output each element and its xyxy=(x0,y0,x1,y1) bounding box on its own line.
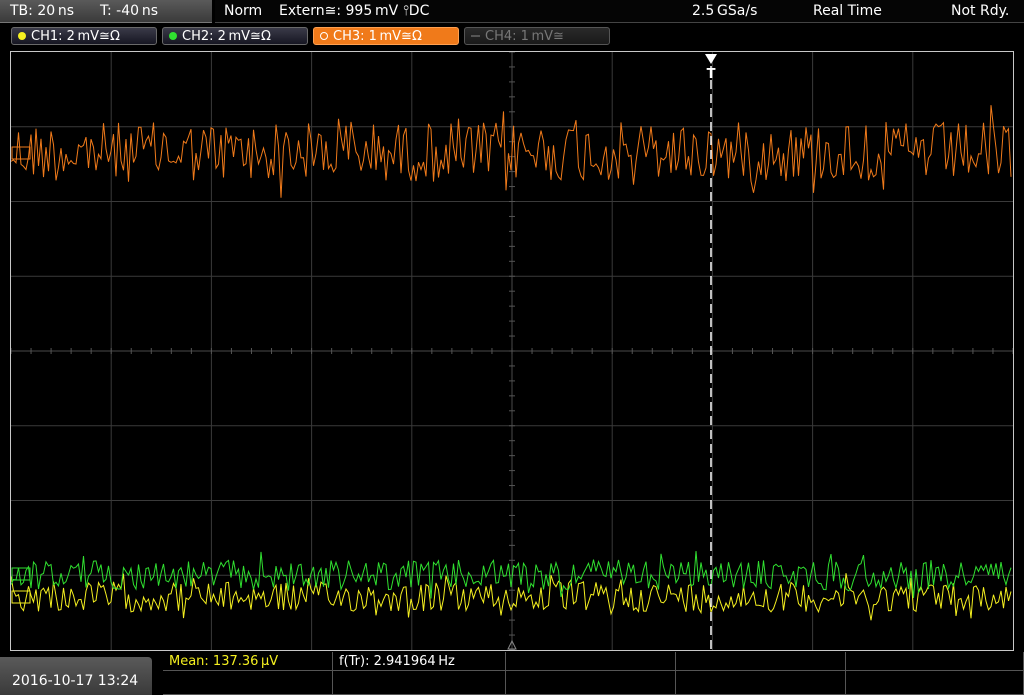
measurement-cell-empty-10[interactable] xyxy=(846,671,1024,695)
channel-3-label: CH3: 1 mV≅Ω xyxy=(333,29,422,44)
measurement-cell-empty-7[interactable] xyxy=(333,671,506,695)
channel-4-indicator-icon xyxy=(471,35,480,37)
datetime-label: 2016-10-17 13:24 xyxy=(12,673,139,689)
channel-3-button[interactable]: CH3: 1 mV≅Ω xyxy=(313,27,459,45)
measurement-cell-empty-6[interactable] xyxy=(163,671,333,695)
measurement-cell-frequency[interactable]: f(Tr): 2.941964 Hz xyxy=(333,652,506,671)
channel-2-level-marker-icon xyxy=(11,567,31,581)
measurement-cell-empty-5[interactable] xyxy=(846,652,1024,671)
top-status-bar: TB: 20 ns T: -40 ns Norm Extern≅: 995 mV… xyxy=(0,0,1024,24)
channel-3-trace xyxy=(11,105,1012,198)
timebase-box[interactable]: TB: 20 ns T: -40 ns xyxy=(0,0,212,23)
channel-1-trace xyxy=(11,573,1012,621)
run-status-label: Not Rdy. xyxy=(951,3,1010,19)
timebase-label: TB: 20 ns xyxy=(10,3,75,19)
channel-1-indicator-icon xyxy=(18,32,26,40)
waveform-canvas[interactable]: T xyxy=(11,52,1013,650)
measurement-cell-empty-4[interactable] xyxy=(676,652,846,671)
mean-measurement: Mean: 137.36 µV xyxy=(169,654,279,669)
measurement-table[interactable]: Mean: 137.36 µV f(Tr): 2.941964 Hz xyxy=(163,652,1024,695)
channel-3-level-marker-icon xyxy=(11,146,31,160)
channel-2-label: CH2: 2 mV≅Ω xyxy=(182,29,271,44)
measurement-cell-empty-9[interactable] xyxy=(676,671,846,695)
channel-1-button[interactable]: CH1: 2 mV≅Ω xyxy=(11,27,157,45)
acquisition-mode-label: Real Time xyxy=(813,3,882,19)
channel-2-button[interactable]: CH2: 2 mV≅Ω xyxy=(162,27,308,45)
channel-3-indicator-icon xyxy=(320,32,328,40)
channel-2-indicator-icon xyxy=(169,32,177,40)
channel-4-label: CH4: 1 mV≅ xyxy=(485,29,564,44)
channel-4-button[interactable]: CH4: 1 mV≅ xyxy=(464,27,610,45)
measurement-cell-empty-3[interactable] xyxy=(506,652,676,671)
waveform-display[interactable]: T xyxy=(10,51,1014,651)
trigger-arrow-icon xyxy=(705,54,717,64)
measurement-cell-mean[interactable]: Mean: 137.36 µV xyxy=(163,652,333,671)
trigger-marker-label: T xyxy=(707,67,716,82)
frequency-measurement: f(Tr): 2.941964 Hz xyxy=(339,654,455,669)
acquisition-status-strip[interactable]: Norm Extern≅: 995 mV ⫯DC 2.5 GSa/s Real … xyxy=(215,0,1024,23)
trigger-source-label: Extern≅: 995 mV ⫯DC xyxy=(279,3,430,19)
channel-button-row: CH1: 2 mV≅Ω CH2: 2 mV≅Ω CH3: 1 mV≅Ω CH4:… xyxy=(0,24,1024,48)
sample-rate-label: 2.5 GSa/s xyxy=(692,3,758,19)
measurement-cell-empty-8[interactable] xyxy=(506,671,676,695)
trigger-time-label: T: -40 ns xyxy=(100,3,159,19)
trigger-mode-label: Norm xyxy=(224,3,263,19)
datetime-box: 2016-10-17 13:24 xyxy=(0,657,152,695)
channel-1-label: CH1: 2 mV≅Ω xyxy=(31,29,120,44)
